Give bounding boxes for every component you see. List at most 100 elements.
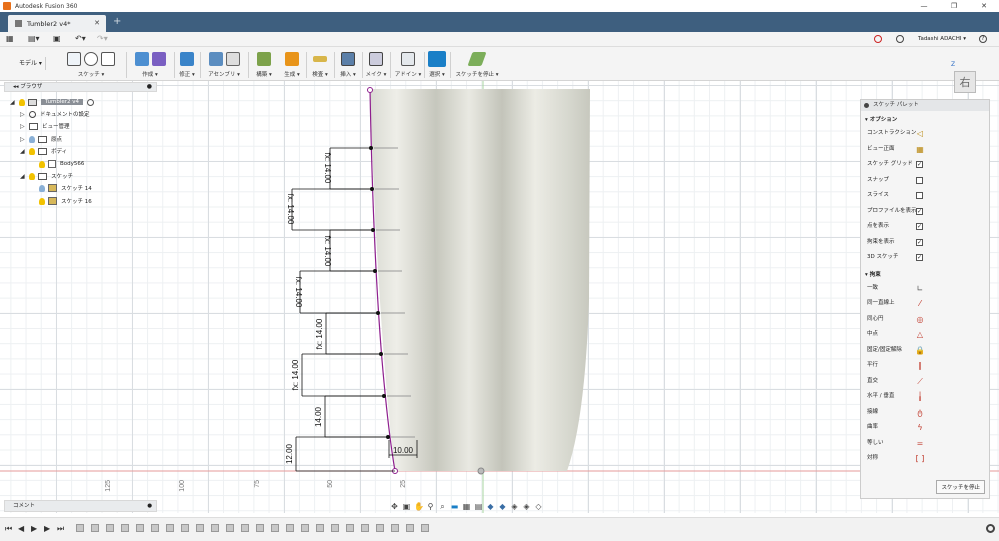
- palette-option-row[interactable]: スケッチ グリッド ✓: [861, 157, 989, 173]
- palette-option-row[interactable]: プロファイルを表示 ✓: [861, 204, 989, 220]
- stop-sketch-button[interactable]: スケッチを停止: [936, 480, 985, 494]
- offset-plane-icon[interactable]: [257, 52, 271, 66]
- palette-option-row[interactable]: 3D スケッチ ✓: [861, 250, 989, 266]
- construction-icon[interactable]: ◁: [915, 129, 925, 138]
- option-checkbox[interactable]: ✓: [916, 238, 923, 246]
- palette-option-row[interactable]: コンストラクション ◁: [861, 126, 989, 142]
- select-group[interactable]: 選択 ▾: [426, 50, 448, 80]
- timeline-feature-icon[interactable]: [166, 524, 174, 532]
- zoom-icon[interactable]: ⚲: [426, 502, 435, 511]
- inspect-group[interactable]: 検査 ▾: [308, 50, 332, 80]
- option-checkbox[interactable]: ✓: [916, 254, 923, 261]
- timeline-feature-icon[interactable]: [271, 524, 279, 532]
- pin-icon[interactable]: ●: [147, 83, 152, 91]
- look-at-icon[interactable]: ▣: [402, 502, 411, 511]
- extrude-icon[interactable]: [134, 52, 149, 66]
- option-checkbox[interactable]: ✓: [916, 223, 923, 230]
- timeline-feature-icon[interactable]: [151, 524, 159, 532]
- timeline-feature-icon[interactable]: [331, 524, 339, 532]
- timeline-feature-icon[interactable]: [226, 524, 234, 532]
- collapse-icon[interactable]: ◢: [20, 173, 26, 180]
- spline-icon[interactable]: [84, 52, 98, 66]
- timeline-feature-icon[interactable]: [91, 524, 99, 532]
- go-to-start-icon[interactable]: ⏮: [5, 524, 12, 534]
- dimension-2-text[interactable]: fx: 14.00: [286, 194, 295, 225]
- 3d-print-icon[interactable]: [369, 52, 383, 66]
- timeline-feature-icon[interactable]: [256, 524, 264, 532]
- collinear-icon[interactable]: ⁄: [915, 299, 925, 308]
- new-tab-icon[interactable]: +: [113, 16, 121, 27]
- help-icon[interactable]: ?: [979, 35, 987, 43]
- browser-item-bodies[interactable]: ◢ ボディ: [20, 146, 67, 156]
- addins-group[interactable]: アドイン ▾: [394, 50, 422, 80]
- timeline-feature-icon[interactable]: [106, 524, 114, 532]
- options-section-header[interactable]: ▾ オプション: [861, 111, 989, 126]
- step-forward-icon[interactable]: ▶: [44, 524, 50, 533]
- browser-item-named-views[interactable]: ▷ ビュー管理: [20, 121, 70, 131]
- user-menu[interactable]: Tadashi ADACHI ▾: [918, 36, 966, 42]
- new-component-icon[interactable]: [208, 52, 223, 66]
- timeline-feature-icon[interactable]: [136, 524, 144, 532]
- dimension-bottom-text[interactable]: 12.00: [285, 443, 294, 464]
- timeline-feature-icon[interactable]: [316, 524, 324, 532]
- browser-item-document-settings[interactable]: ▷ ドキュメントの設定: [20, 109, 90, 119]
- stop-sketch-group[interactable]: スケッチを停止 ▾: [452, 50, 502, 80]
- palette-constraint-row[interactable]: 固定/固定解除 🔒: [861, 343, 989, 359]
- step-back-icon[interactable]: ◀: [18, 524, 24, 533]
- option-checkbox[interactable]: ✓: [916, 207, 923, 215]
- joint-icon[interactable]: [225, 52, 240, 66]
- dimension-3-text[interactable]: fx: 14.00: [323, 236, 332, 267]
- concentric-icon[interactable]: ◎: [915, 315, 925, 324]
- timeline-feature-icon[interactable]: [121, 524, 129, 532]
- sketch-group[interactable]: スケッチ ▾: [58, 50, 124, 80]
- browser-root[interactable]: ◢ Tumbler2 v4: [10, 97, 95, 107]
- palette-constraint-row[interactable]: 平行 ∥: [861, 358, 989, 374]
- palette-constraint-row[interactable]: 接線 ტ: [861, 405, 989, 421]
- tab-close-icon[interactable]: ✕: [94, 19, 100, 27]
- timeline-feature-icon[interactable]: [211, 524, 219, 532]
- stop-sketch-icon[interactable]: [467, 52, 487, 66]
- rectangle-icon[interactable]: [101, 52, 115, 66]
- insert-image-icon[interactable]: [341, 52, 355, 66]
- apps-grid-icon[interactable]: ▦: [6, 34, 14, 43]
- palette-option-row[interactable]: スライス: [861, 188, 989, 204]
- origin-point[interactable]: [477, 467, 485, 475]
- timeline-feature-icon[interactable]: [361, 524, 369, 532]
- midpoint-icon[interactable]: △: [915, 330, 925, 339]
- palette-constraint-row[interactable]: 同一直線上 ⁄: [861, 296, 989, 312]
- tumbler-body[interactable]: [370, 89, 590, 471]
- palette-constraint-row[interactable]: 同心円 ◎: [861, 312, 989, 328]
- comments-panel[interactable]: コメント ●: [4, 500, 157, 512]
- go-to-end-icon[interactable]: ⏭: [57, 524, 64, 534]
- expand-icon[interactable]: ▷: [20, 136, 26, 143]
- viewports-icon[interactable]: ▤: [474, 502, 483, 511]
- browser-item-sketches[interactable]: ◢ スケッチ: [20, 171, 73, 181]
- job-status-icon[interactable]: [896, 35, 904, 43]
- redo-icon[interactable]: ↷▾: [97, 34, 108, 43]
- pan-icon[interactable]: ✋: [414, 502, 424, 511]
- perpendicular-icon[interactable]: ⟋: [915, 377, 925, 386]
- visibility-bulb-icon[interactable]: [39, 197, 45, 205]
- option-checkbox[interactable]: [916, 176, 923, 184]
- timeline-feature-icon[interactable]: [301, 524, 309, 532]
- timeline-feature-icon[interactable]: [286, 524, 294, 532]
- grid-settings-icon[interactable]: ▦: [462, 502, 471, 511]
- tangent-icon[interactable]: ტ: [915, 408, 925, 417]
- dimension-5-text[interactable]: fx: 14.00: [315, 318, 324, 349]
- palette-constraint-row[interactable]: 中点 △: [861, 327, 989, 343]
- coincident-icon[interactable]: ∟: [915, 284, 925, 293]
- browser-item-sketch16[interactable]: スケッチ 16: [39, 196, 92, 206]
- palette-option-row[interactable]: 拘束を表示 ✓: [861, 235, 989, 251]
- timeline-feature-icon[interactable]: [421, 524, 429, 532]
- visibility-bulb-icon[interactable]: [29, 172, 35, 180]
- create-sketch-icon[interactable]: [67, 52, 81, 66]
- view-cube[interactable]: Z 右: [948, 61, 982, 97]
- minimize-icon[interactable]: —: [909, 0, 939, 12]
- visibility-bulb-icon[interactable]: [39, 184, 45, 192]
- palette-constraint-row[interactable]: 直交 ⟋: [861, 374, 989, 390]
- palette-constraint-row[interactable]: 一致 ∟: [861, 281, 989, 297]
- record-icon[interactable]: [874, 35, 882, 43]
- press-pull-icon[interactable]: [180, 52, 194, 66]
- save-icon[interactable]: ▣: [53, 34, 61, 43]
- visibility-bulb-icon[interactable]: [29, 135, 35, 143]
